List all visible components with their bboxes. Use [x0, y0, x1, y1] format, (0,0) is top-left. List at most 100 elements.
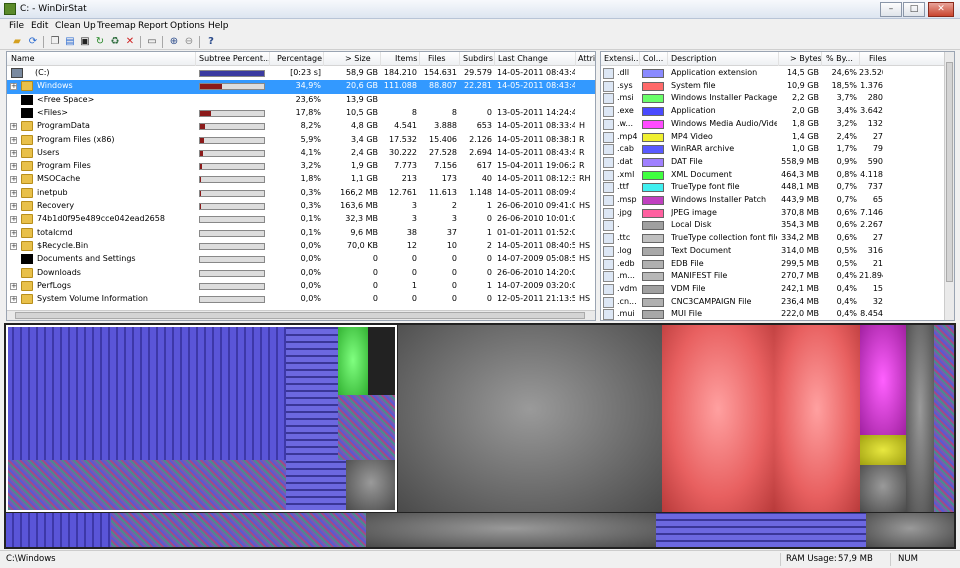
horizontal-scrollbar[interactable] [7, 310, 595, 320]
extension-row[interactable]: .m... MANIFEST File 270,7 MB 0,4%21.894 [601, 270, 954, 283]
directory-row[interactable]: <Free Space> 23,6% 13,9 GB [7, 94, 595, 107]
treemap-block[interactable] [111, 513, 366, 547]
treemap-block[interactable] [934, 325, 954, 512]
extension-row[interactable]: .cn... CNC3CAMPAIGN File 236,4 MB 0,4% 32 [601, 296, 954, 309]
col-files[interactable]: Files [869, 54, 887, 63]
treemap-block[interactable] [656, 513, 866, 547]
expand-toggle[interactable]: + [10, 136, 17, 144]
zoom-out-icon[interactable]: ⊖ [182, 35, 196, 48]
extension-row[interactable]: .cab WinRAR archive 1,0 GB 1,7% 79 [601, 143, 954, 156]
col-percent-bytes[interactable]: % By... [826, 54, 853, 63]
col-name[interactable]: Name [11, 54, 35, 63]
extension-row[interactable]: .w... Windows Media Audio/Vide... 1,8 GB 3,… [601, 118, 954, 131]
cmd-icon[interactable]: ▣ [78, 35, 92, 48]
recycle-icon[interactable]: ♻ [108, 35, 122, 48]
expand-toggle[interactable]: + [10, 163, 17, 171]
treemap[interactable] [4, 323, 956, 549]
directory-row[interactable]: + Program Files 3,2% 1,9 GB 7.773 7.156 617 15-… [7, 160, 595, 173]
vertical-scrollbar[interactable] [944, 52, 954, 320]
col-files[interactable]: Files [428, 54, 446, 63]
directory-row[interactable]: + PerfLogs 0,0% 0 1 0 1 14-07-2009 03:20:08 [7, 280, 595, 293]
treemap-block[interactable] [860, 325, 906, 435]
extension-row[interactable]: .mui MUI File 222,0 MB 0,4% 8.454 [601, 308, 954, 320]
explorer-icon[interactable]: ▤ [63, 35, 77, 48]
col-subtree-percent[interactable]: Subtree Percent... [199, 54, 271, 63]
directory-list[interactable]: Name Subtree Percent... Percentage > Siz… [6, 51, 596, 321]
directory-row[interactable]: + inetpub 0,3% 166,2 MB 12.761 11.613 1.148 14-… [7, 187, 595, 200]
extension-row[interactable]: .log Text Document 314,0 MB 0,5% 316 [601, 245, 954, 258]
refresh-icon[interactable]: ⟳ [26, 35, 40, 48]
menu-file[interactable]: File [9, 21, 24, 31]
maximize-button[interactable]: □ [903, 2, 925, 17]
treemap-free-space[interactable] [398, 325, 662, 512]
directory-row[interactable]: +74b1d0f95e489cce042ead2658 0,1% 32,3 MB 3 3… [7, 213, 595, 226]
col-subdirs[interactable]: Subdirs [463, 54, 493, 63]
delete-icon[interactable]: ✕ [123, 35, 137, 48]
refresh-selected-icon[interactable]: ↻ [93, 35, 107, 48]
extension-row[interactable]: .mp4 MP4 Video 1,4 GB 2,4% 27 [601, 131, 954, 144]
menu-options[interactable]: Options [170, 21, 205, 31]
col-bytes[interactable]: > Bytes [790, 54, 822, 63]
treemap-block[interactable] [366, 513, 656, 547]
directory-row[interactable]: + MSOCache 1,8% 1,1 GB 213 173 40 14-05-2011 08… [7, 173, 595, 186]
directory-row[interactable]: + $Recycle.Bin 0,0% 70,0 KB 12 10 2 14-05-2011 … [7, 240, 595, 253]
col-items[interactable]: Items [395, 54, 417, 63]
extension-row[interactable]: .msp Windows Installer Patch 443,9 MB 0,7% 6… [601, 194, 954, 207]
zoom-in-icon[interactable]: ⊕ [167, 35, 181, 48]
scrollbar-thumb[interactable] [946, 62, 953, 282]
close-button[interactable]: ✕ [928, 2, 954, 17]
extension-row[interactable]: .edb EDB File 299,5 MB 0,5% 21 [601, 258, 954, 271]
directory-row[interactable]: Documents and Settings 0,0% 0 0 0 0 14-07-2009… [7, 253, 595, 266]
expand-toggle[interactable]: + [10, 229, 17, 237]
col-last-change[interactable]: Last Change [498, 54, 548, 63]
directory-row[interactable]: + Program Files (x86) 5,9% 3,4 GB 17.532 15.4… [7, 134, 595, 147]
menu-edit[interactable]: Edit [31, 21, 48, 31]
directory-row[interactable]: (C:) [0:23 s] 58,9 GB 184.210 154.631 29.579 1… [7, 67, 595, 80]
extension-list[interactable]: Extensi... Col... Description > Bytes % … [600, 51, 955, 321]
col-color[interactable]: Col... [643, 54, 663, 63]
scrollbar-thumb[interactable] [15, 312, 585, 319]
treemap-block[interactable] [662, 325, 774, 512]
extension-row[interactable]: .ttc TrueType collection font file 334,2 M… [601, 232, 954, 245]
extension-row[interactable]: .dll Application extension 14,5 GB 24,6% 23.… [601, 67, 954, 80]
expand-toggle[interactable]: + [10, 176, 17, 184]
col-percentage[interactable]: Percentage [277, 54, 322, 63]
directory-row[interactable]: Downloads 0,0% 0 0 0 0 26-06-2010 14:20:08 [7, 267, 595, 280]
expand-toggle[interactable]: + [10, 83, 17, 91]
expand-toggle[interactable]: + [10, 296, 17, 304]
extension-row[interactable]: .jpg JPEG image 370,8 MB 0,6% 7.146 [601, 207, 954, 220]
treemap-block[interactable] [860, 465, 906, 512]
menu-treemap[interactable]: Treemap [97, 21, 136, 31]
treemap-block[interactable] [774, 325, 860, 512]
directory-row[interactable]: + Windows 34,9% 20,6 GB 111.088 88.807 22.281 1… [7, 80, 595, 94]
col-size[interactable]: > Size [345, 54, 371, 63]
new-folder-icon[interactable]: ▭ [145, 35, 159, 48]
expand-toggle[interactable]: + [10, 123, 17, 131]
expand-toggle[interactable]: + [10, 282, 17, 290]
extension-row[interactable]: .dat DAT File 558,9 MB 0,9% 590 [601, 156, 954, 169]
col-extension[interactable]: Extensi... [604, 54, 641, 63]
col-description[interactable]: Description [671, 54, 717, 63]
treemap-block[interactable] [860, 435, 906, 465]
extension-row[interactable]: .ttf TrueType font file 448,1 MB 0,7% 737 [601, 181, 954, 194]
directory-row[interactable]: + System Volume Information 0,0% 0 0 0 0 12-05-… [7, 293, 595, 306]
treemap-block[interactable] [6, 513, 111, 547]
directory-row[interactable]: + Recovery 0,3% 163,6 MB 3 2 1 26-06-2010 09:41… [7, 200, 595, 213]
extension-row[interactable]: .msi Windows Installer Package 2,2 GB 3,7% 2… [601, 92, 954, 105]
expand-toggle[interactable]: + [10, 216, 17, 224]
col-attributes[interactable]: Attri... [578, 54, 595, 63]
menu-report[interactable]: Report [138, 21, 168, 31]
directory-row[interactable]: + ProgramData 8,2% 4,8 GB 4.541 3.888 653 14-05… [7, 120, 595, 133]
extension-row[interactable]: . Local Disk 354,3 MB 0,6% 2.267 [601, 219, 954, 232]
copy-icon[interactable]: ❐ [48, 35, 62, 48]
treemap-block[interactable] [906, 325, 934, 512]
help-icon[interactable]: ? [204, 35, 218, 48]
expand-toggle[interactable]: + [10, 149, 17, 157]
expand-toggle[interactable]: + [10, 189, 17, 197]
treemap-block[interactable] [866, 513, 954, 547]
menu-help[interactable]: Help [208, 21, 229, 31]
directory-row[interactable]: + totalcmd 0,1% 9,6 MB 38 37 1 01-01-2011 01:52… [7, 227, 595, 240]
open-icon[interactable]: ▰ [10, 35, 24, 48]
minimize-button[interactable]: – [880, 2, 902, 17]
extension-row[interactable]: .sys System file 10,9 GB 18,5% 1.376 [601, 80, 954, 93]
